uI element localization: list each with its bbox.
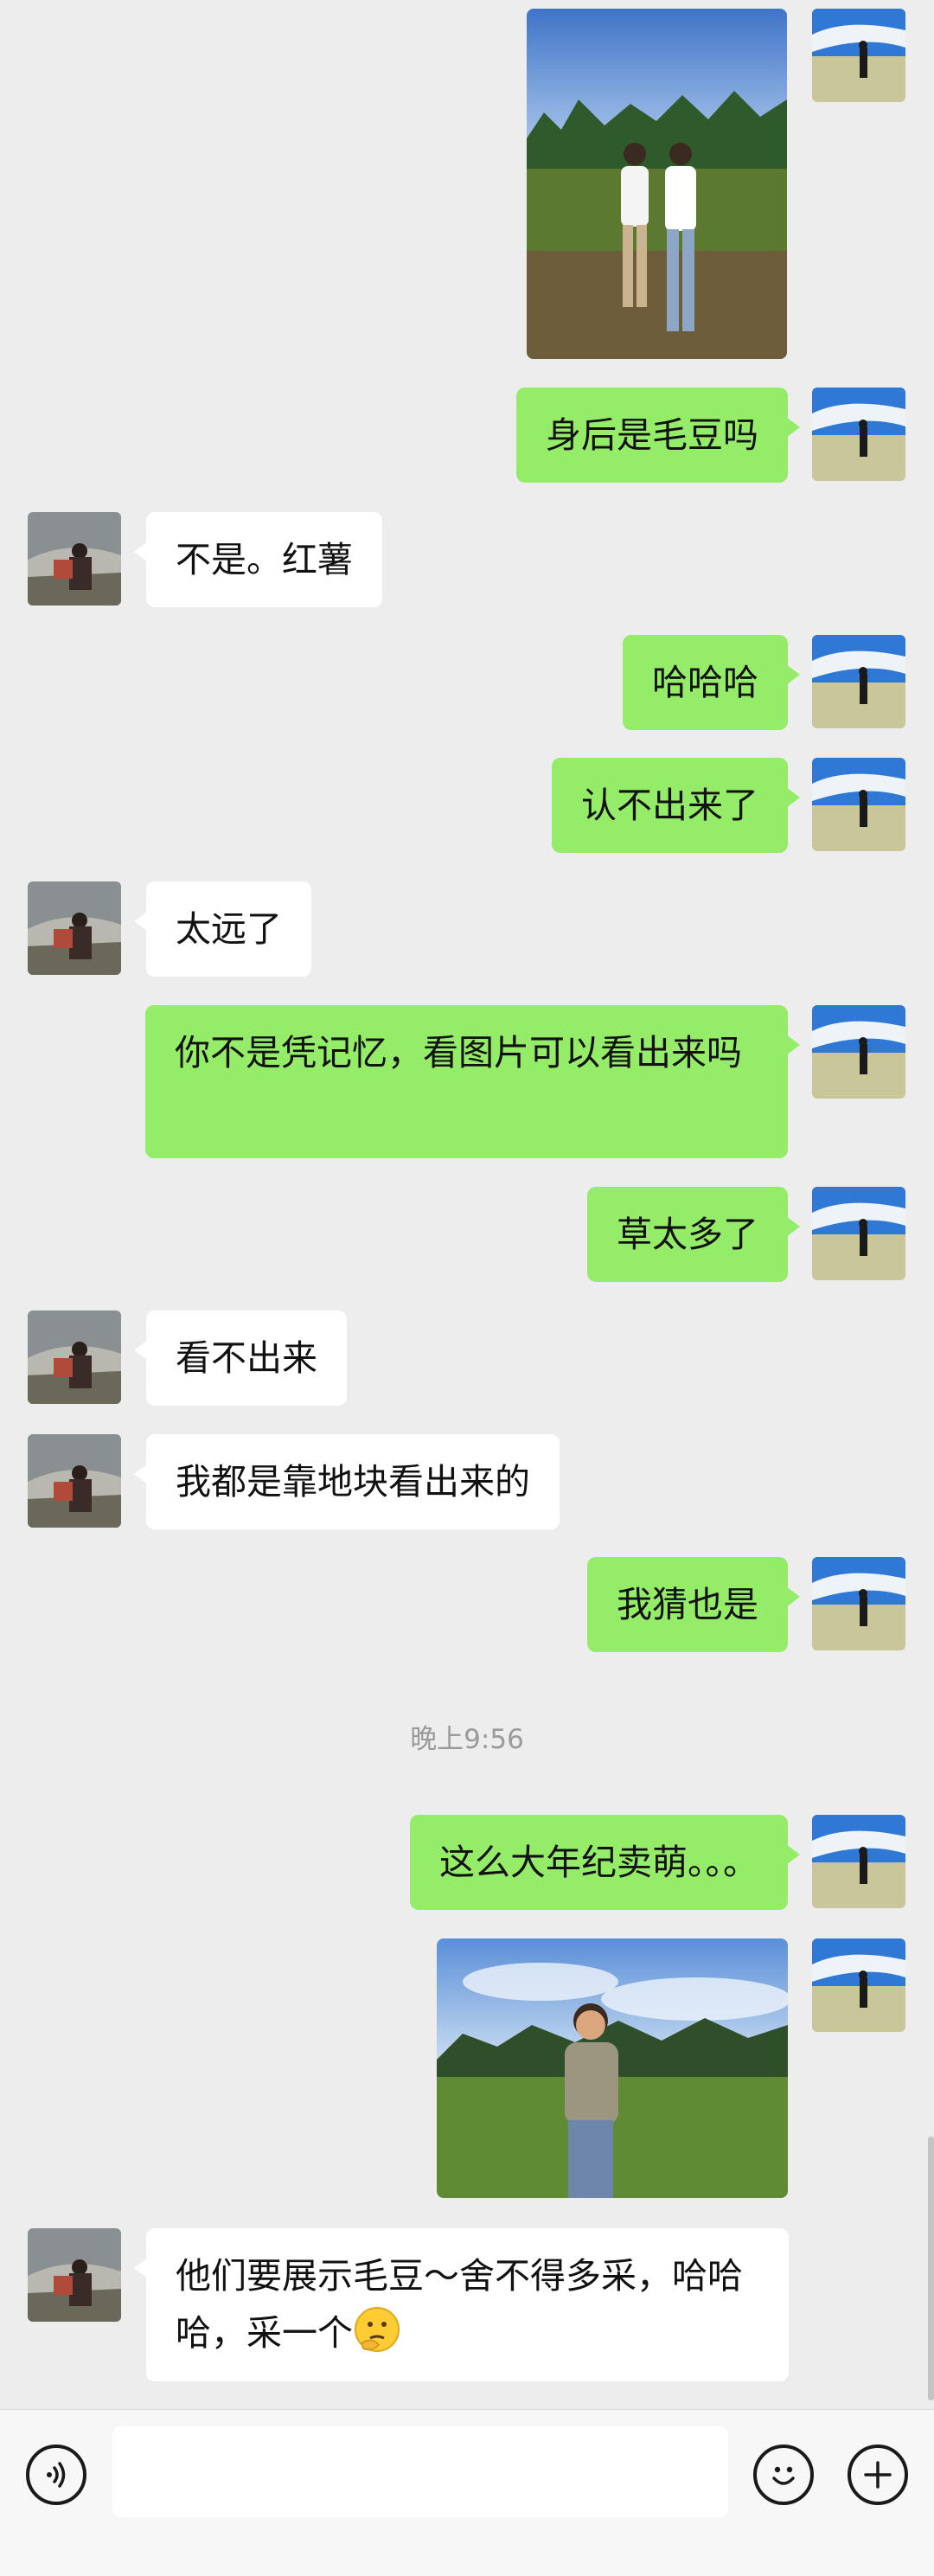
message-input[interactable] xyxy=(112,2426,728,2517)
my-avatar[interactable] xyxy=(812,1938,905,2032)
message-bubble-me[interactable]: 我猜也是 xyxy=(587,1557,800,1652)
my-avatar[interactable] xyxy=(812,1005,905,1099)
message-bubble-me[interactable]: 认不出来了 xyxy=(552,758,800,853)
timestamp: 晚上9:56 xyxy=(410,1724,524,1755)
plus-icon xyxy=(864,2461,892,2489)
my-avatar[interactable] xyxy=(812,1815,905,1908)
shared-photo[interactable] xyxy=(527,9,787,359)
message-bubble-contact[interactable]: 我都是靠地块看出来的 xyxy=(134,1434,560,1529)
message-bubble-contact[interactable]: 他们要展示毛豆～舍不得多采，哈哈哈，采一个 xyxy=(134,2228,789,2381)
scrollbar[interactable] xyxy=(928,2137,934,2400)
message-bubble-contact[interactable]: 不是。红薯 xyxy=(134,512,382,607)
thinking-face-icon xyxy=(355,2307,400,2352)
my-avatar[interactable] xyxy=(812,9,905,102)
contact-avatar[interactable] xyxy=(28,1434,121,1528)
message-bubble-me[interactable]: 草太多了 xyxy=(587,1187,800,1282)
my-avatar[interactable] xyxy=(812,1187,905,1280)
contact-avatar[interactable] xyxy=(28,512,121,606)
message-bubble-me[interactable]: 哈哈哈 xyxy=(623,635,800,730)
message-bubble-contact[interactable]: 太远了 xyxy=(134,881,311,977)
input-toolbar xyxy=(0,2409,934,2576)
plus-button[interactable] xyxy=(848,2445,908,2505)
contact-avatar[interactable] xyxy=(28,2228,121,2322)
message-bubble-me[interactable]: 你不是凭记忆，看图片可以看出来吗 xyxy=(145,1005,800,1158)
voice-icon xyxy=(47,2462,66,2488)
shared-photo[interactable] xyxy=(437,1938,788,2198)
contact-avatar[interactable] xyxy=(28,1310,121,1404)
emoji-icon xyxy=(772,2466,795,2485)
chat-area[interactable]: 身后是毛豆吗 不是。红薯 哈哈哈 认不出来了 太远了 你不是凭记忆，看图片可以看… xyxy=(0,0,934,2409)
message-bubble-me[interactable]: 身后是毛豆吗 xyxy=(516,388,800,483)
my-avatar[interactable] xyxy=(812,388,905,481)
contact-avatar[interactable] xyxy=(28,881,121,975)
voice-button[interactable] xyxy=(26,2445,86,2505)
emoji-button[interactable] xyxy=(753,2445,814,2505)
message-bubble-me[interactable]: 这么大年纪卖萌。。。 xyxy=(410,1815,800,1910)
my-avatar[interactable] xyxy=(812,635,905,728)
my-avatar[interactable] xyxy=(812,1557,905,1650)
my-avatar[interactable] xyxy=(812,758,905,851)
message-bubble-contact[interactable]: 看不出来 xyxy=(134,1310,347,1406)
message-text: 他们要展示毛豆～舍不得多采，哈哈哈，采一个 xyxy=(176,2255,743,2354)
